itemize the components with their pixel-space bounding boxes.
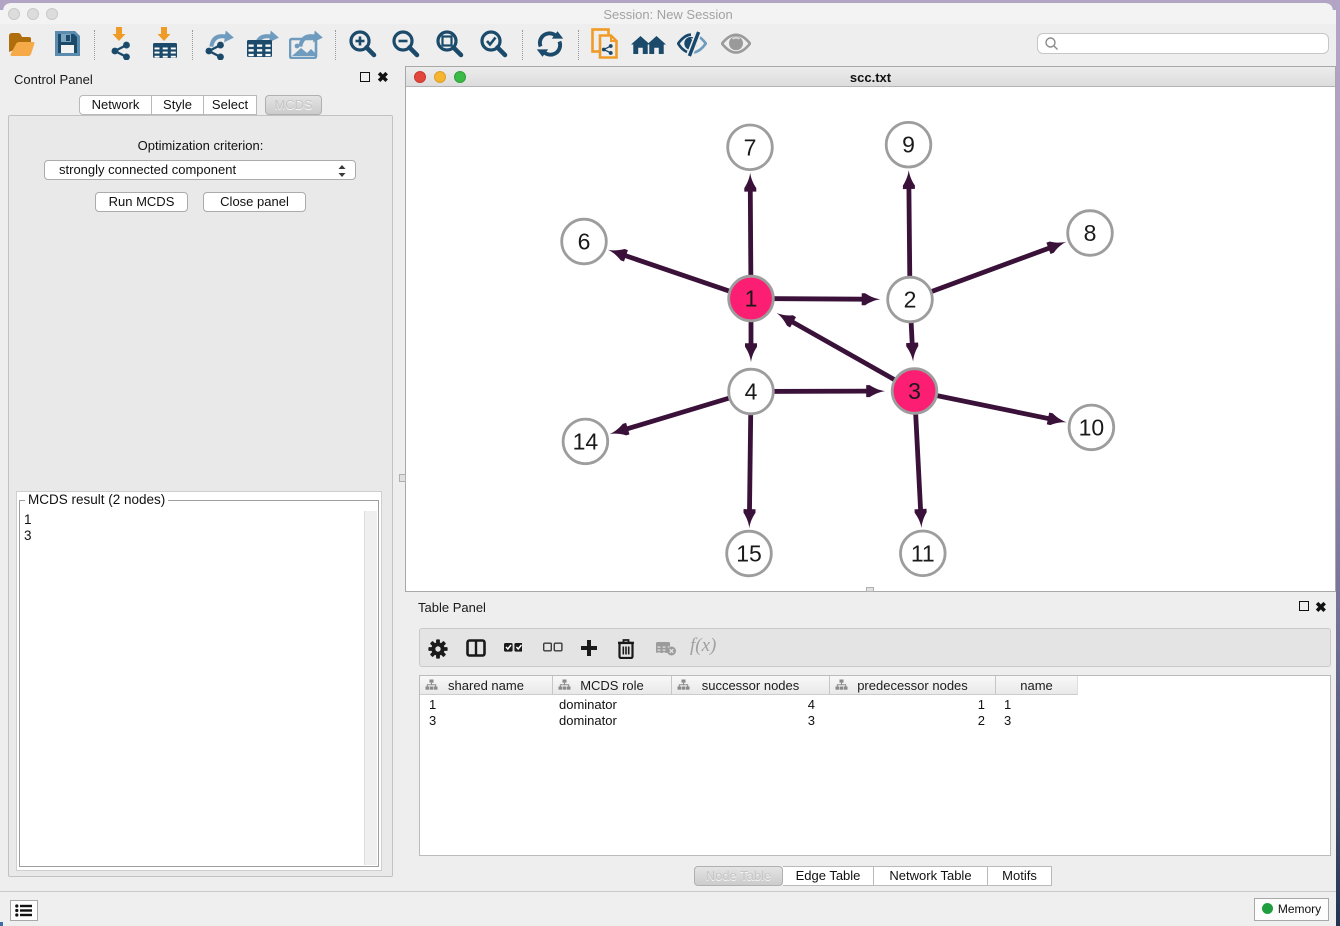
- svg-text:1: 1: [745, 286, 758, 312]
- svg-text:15: 15: [736, 541, 762, 567]
- svg-text:2: 2: [904, 287, 917, 313]
- svg-text:8: 8: [1084, 220, 1097, 246]
- svg-text:9: 9: [902, 132, 915, 158]
- svg-text:6: 6: [578, 229, 591, 255]
- svg-text:4: 4: [745, 379, 758, 405]
- svg-text:10: 10: [1079, 414, 1105, 440]
- svg-text:11: 11: [911, 540, 935, 566]
- svg-text:14: 14: [573, 428, 599, 454]
- svg-text:7: 7: [744, 134, 757, 160]
- svg-text:3: 3: [908, 378, 921, 404]
